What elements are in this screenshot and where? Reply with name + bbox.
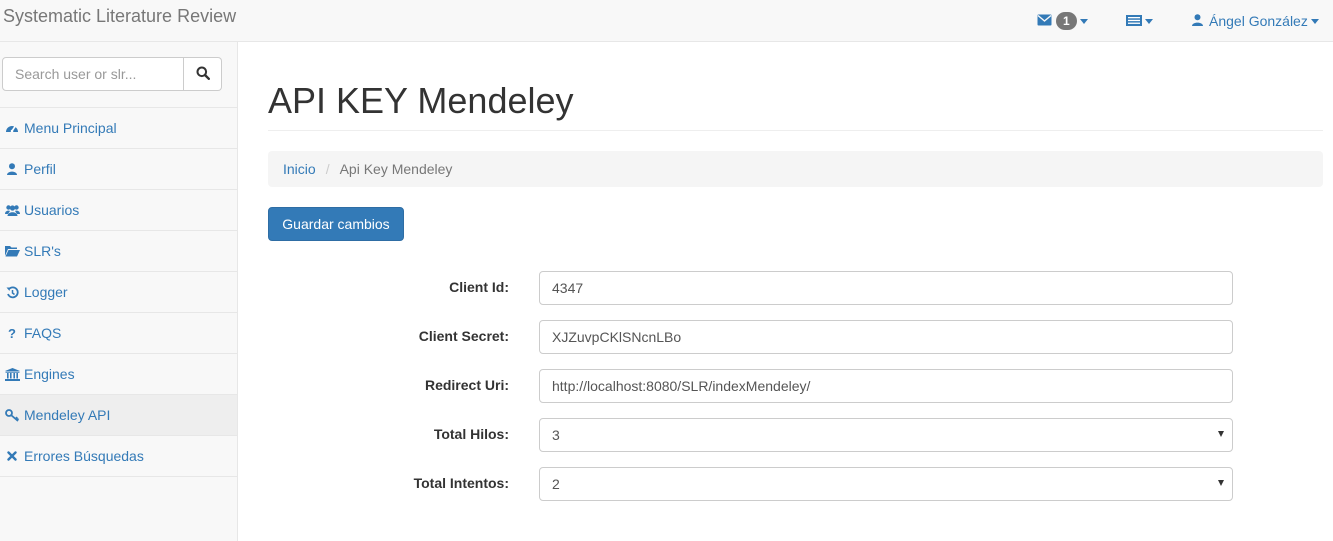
search-button[interactable]: [184, 57, 222, 91]
sidebar-item-logger[interactable]: Logger: [0, 272, 237, 313]
envelope-icon: [1037, 13, 1052, 29]
language-dropdown[interactable]: [1126, 0, 1153, 42]
save-changes-button[interactable]: Guardar cambios: [268, 207, 404, 241]
folder-open-icon: [4, 243, 20, 259]
sidebar-item-menu-principal[interactable]: Menu Principal: [0, 108, 237, 149]
total-intentos-select[interactable]: 2: [539, 467, 1233, 501]
bank-icon: [4, 366, 20, 382]
total-intentos-value: 2: [552, 476, 560, 492]
sidebar-item-label: Engines: [24, 366, 75, 382]
sidebar-item-label: Logger: [24, 284, 68, 300]
sidebar-item-mendeley-api[interactable]: Mendeley API: [0, 395, 237, 436]
sidebar-item-slrs[interactable]: SLR's: [0, 231, 237, 272]
sidebar-item-engines[interactable]: Engines: [0, 354, 237, 395]
client-secret-label: Client Secret:: [418, 328, 509, 344]
chevron-down-icon: [1310, 18, 1319, 24]
user-icon: [4, 161, 20, 177]
messages-dropdown[interactable]: 1: [1037, 0, 1088, 42]
sidebar-item-usuarios[interactable]: Usuarios: [0, 190, 237, 231]
redirect-uri-field[interactable]: http://localhost:8080/SLR/indexMendeley/: [539, 369, 1233, 403]
sidebar: Menu Principal Perfil Usuarios SLR's Log…: [0, 42, 238, 541]
search-input[interactable]: [2, 57, 184, 91]
client-id-value: 4347: [552, 280, 584, 296]
total-intentos-label: Total Intentos:: [413, 475, 509, 491]
dropdown-arrow-icon: [1218, 431, 1224, 437]
times-icon: [4, 448, 20, 464]
dashboard-icon: [4, 120, 20, 136]
sidebar-item-label: Errores Búsquedas: [24, 448, 144, 464]
sidebar-item-label: FAQS: [24, 325, 62, 341]
brand-title[interactable]: Systematic Literature Review: [3, 6, 236, 27]
question-icon: ?: [8, 325, 16, 341]
chevron-down-icon: [1079, 18, 1088, 24]
user-name: Ángel González: [1209, 13, 1308, 29]
client-id-field[interactable]: 4347: [539, 271, 1233, 305]
redirect-uri-row: Redirect Uri: http://localhost:8080/SLR/…: [238, 369, 1333, 403]
total-intentos-row: Total Intentos: 2: [238, 467, 1333, 501]
sidebar-item-label: SLR's: [24, 243, 61, 259]
user-dropdown[interactable]: Ángel González: [1192, 0, 1319, 42]
sidebar-item-label: Usuarios: [24, 202, 80, 218]
message-count-badge: 1: [1056, 12, 1077, 30]
chevron-down-icon: [1145, 18, 1153, 24]
sidebar-item-faqs[interactable]: ? FAQS: [0, 313, 237, 354]
page-title: API KEY Mendeley: [268, 80, 574, 121]
sidebar-item-errores-busquedas[interactable]: Errores Búsquedas: [0, 436, 237, 477]
sidebar-item-perfil[interactable]: Perfil: [0, 149, 237, 190]
client-id-label: Client Id:: [449, 279, 509, 295]
sidebar-item-label: Perfil: [24, 161, 56, 177]
breadcrumb: Inicio / Api Key Mendeley: [268, 151, 1323, 187]
total-hilos-row: Total Hilos: 3: [238, 418, 1333, 452]
total-hilos-label: Total Hilos:: [433, 426, 509, 442]
history-icon: [4, 284, 20, 300]
client-id-row: Client Id: 4347: [238, 271, 1333, 305]
client-secret-value: XJZuvpCKlSNcnLBo: [552, 329, 682, 345]
key-icon: [4, 407, 20, 423]
total-hilos-value: 3: [552, 427, 560, 443]
sidebar-menu: Menu Principal Perfil Usuarios SLR's Log…: [0, 107, 237, 477]
top-navbar: Systematic Literature Review 1 Ángel Gon…: [0, 0, 1333, 42]
redirect-uri-label: Redirect Uri:: [424, 377, 509, 393]
sidebar-search: [2, 57, 222, 91]
client-secret-field[interactable]: XJZuvpCKlSNcnLBo: [539, 320, 1233, 354]
title-divider: [268, 130, 1323, 131]
breadcrumb-current: Api Key Mendeley: [339, 161, 453, 177]
sidebar-item-label: Mendeley API: [24, 407, 111, 423]
breadcrumb-separator: /: [325, 161, 330, 177]
main-content: API KEY Mendeley Inicio / Api Key Mendel…: [238, 42, 1333, 541]
client-secret-row: Client Secret: XJZuvpCKlSNcnLBo: [238, 320, 1333, 354]
total-hilos-select[interactable]: 3: [539, 418, 1233, 452]
search-icon: [196, 66, 210, 83]
redirect-uri-value: http://localhost:8080/SLR/indexMendeley/: [552, 378, 811, 394]
breadcrumb-home-link[interactable]: Inicio: [283, 161, 316, 177]
flag-icon: [1126, 13, 1142, 29]
user-icon: [1192, 13, 1203, 29]
users-icon: [4, 202, 20, 218]
sidebar-item-label: Menu Principal: [24, 120, 117, 136]
dropdown-arrow-icon: [1218, 480, 1224, 486]
